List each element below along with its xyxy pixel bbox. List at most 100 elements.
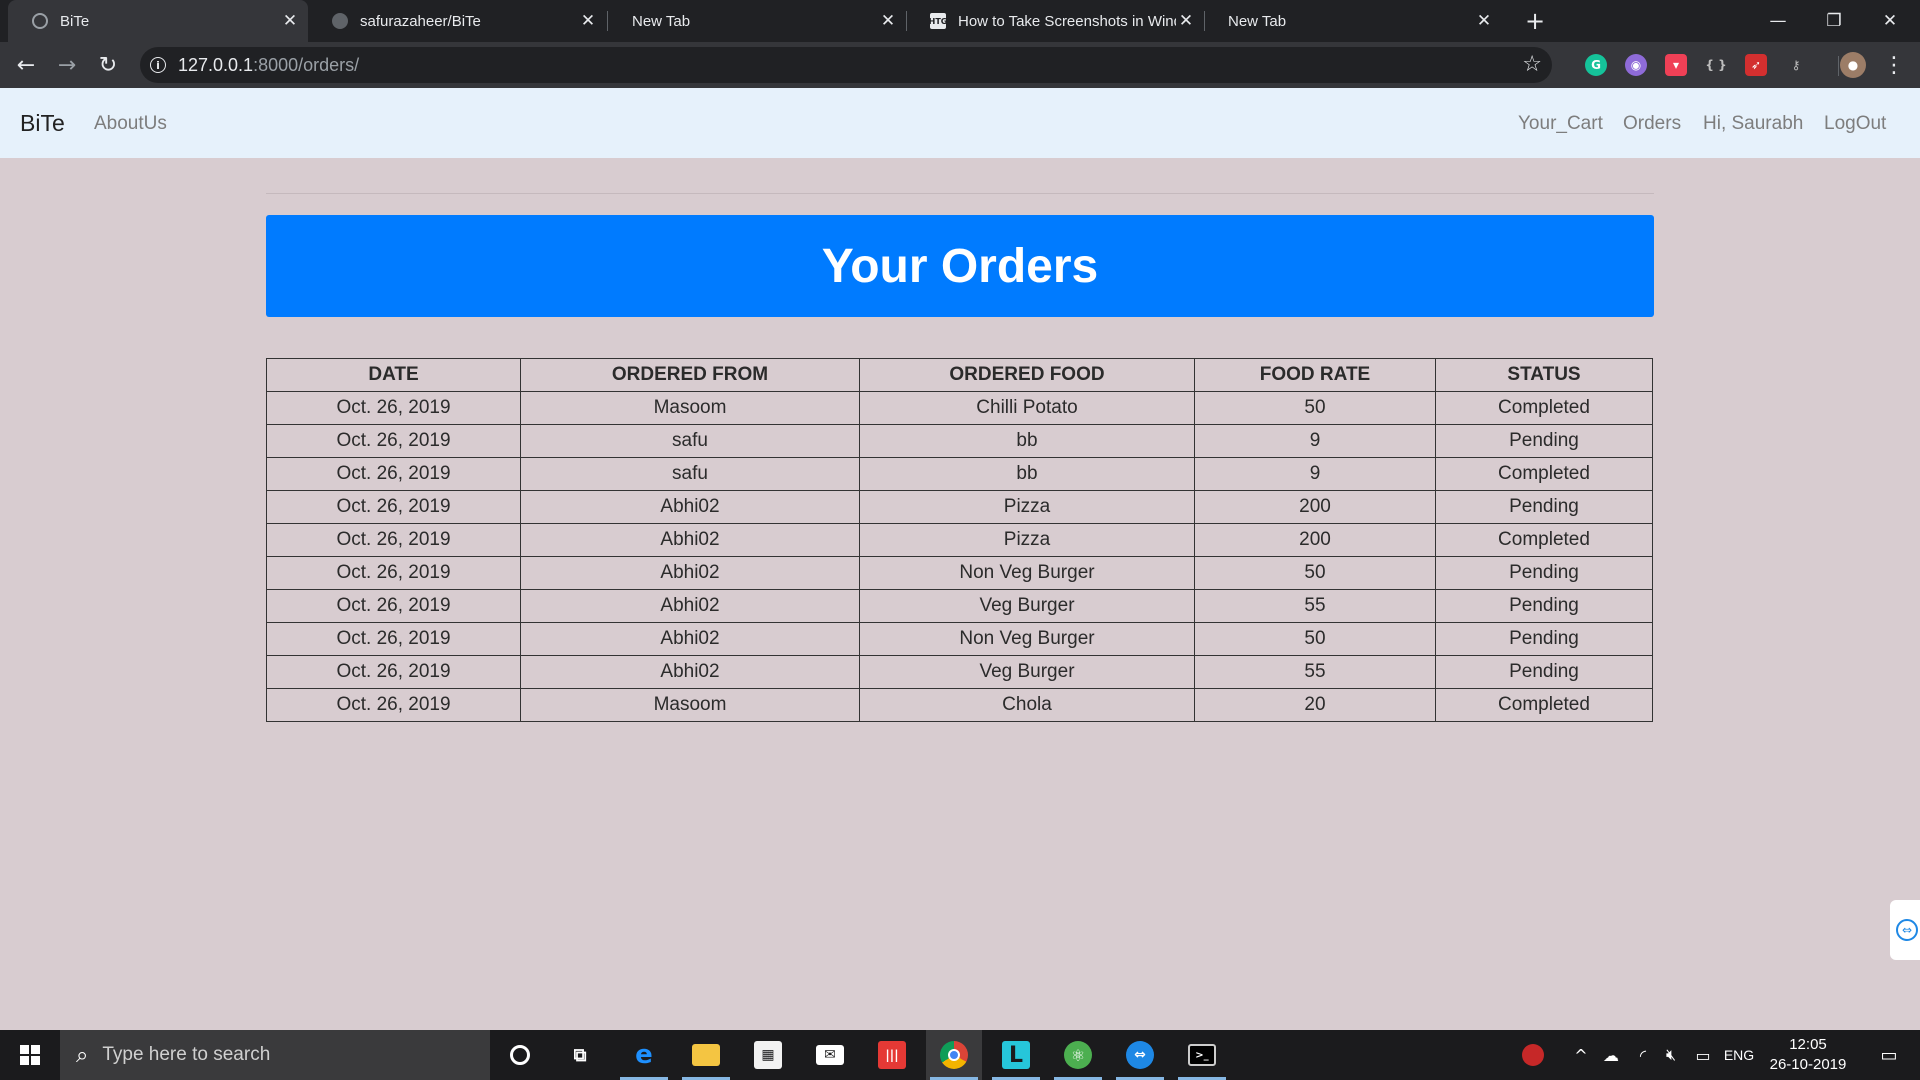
page-viewport: BiTe AboutUs Your_Cart Orders Hi, Saurab… <box>0 88 1920 1030</box>
taskbar-app-red[interactable]: ||| <box>864 1030 920 1080</box>
tray-app-icon[interactable] <box>1516 1030 1550 1080</box>
close-tab-icon[interactable]: ✕ <box>280 11 300 31</box>
table-row: Oct. 26, 2019 Abhi02 Veg Burger 55 Pendi… <box>266 589 1653 623</box>
rocket-icon[interactable]: ➶ <box>1745 54 1767 76</box>
taskbar-app-edge[interactable]: e <box>616 1030 672 1080</box>
browser-tab-new-2[interactable]: New Tab ✕ <box>1204 0 1502 42</box>
browser-tab-new-1[interactable]: New Tab ✕ <box>608 0 906 42</box>
order-restaurant: Abhi02 <box>520 490 860 524</box>
atom-icon: ⚛ <box>1064 1041 1092 1069</box>
site-info-icon[interactable]: i <box>150 57 166 73</box>
taskbar-search-box[interactable]: ⌕ Type here to search <box>60 1030 490 1080</box>
order-date: Oct. 26, 2019 <box>266 424 521 458</box>
browser-tab-strip: BiTe ✕ safurazaheer/BiTe ✕ New Tab ✕ HTG… <box>0 0 1920 42</box>
mail-icon: ✉ <box>816 1045 844 1065</box>
close-tab-icon[interactable]: ✕ <box>1176 11 1196 31</box>
order-date: Oct. 26, 2019 <box>266 688 521 722</box>
taskbar-app-atom[interactable]: ⚛ <box>1050 1030 1106 1080</box>
taskbar-app-file-explorer[interactable] <box>678 1030 734 1080</box>
column-header-ordered-from: ORDERED FROM <box>520 358 860 392</box>
terminal-icon: >_ <box>1188 1044 1216 1066</box>
divider <box>266 193 1654 194</box>
wifi-icon[interactable]: ◜ <box>1628 1030 1658 1080</box>
browser-tab-htg[interactable]: HTG How to Take Screenshots in Wind ✕ <box>906 0 1204 42</box>
order-status: Completed <box>1435 457 1653 491</box>
order-status: Pending <box>1435 655 1653 689</box>
cortana-icon <box>510 1045 530 1065</box>
taskbar-app-chrome[interactable] <box>926 1030 982 1080</box>
order-date: Oct. 26, 2019 <box>266 457 521 491</box>
pocket-icon[interactable]: ▾ <box>1665 54 1687 76</box>
table-row: Oct. 26, 2019 Abhi02 Non Veg Burger 50 P… <box>266 556 1653 590</box>
search-icon: ⌕ <box>76 1042 89 1068</box>
back-button[interactable]: ← <box>10 49 42 81</box>
minimize-window-button[interactable]: — <box>1750 0 1806 42</box>
input-language-indicator[interactable]: ENG <box>1720 1030 1758 1080</box>
teamviewer-side-tab[interactable]: ⇔ <box>1890 900 1920 960</box>
cortana-button[interactable] <box>492 1030 548 1080</box>
taskbar-clock[interactable]: 12:05 26-10-2019 <box>1760 1035 1856 1075</box>
profile-avatar[interactable]: ● <box>1840 52 1866 78</box>
bookmark-star-icon[interactable]: ☆ <box>1522 52 1542 77</box>
address-bar[interactable]: i 127.0.0.1:8000/orders/ ☆ <box>140 47 1552 83</box>
address-url[interactable]: 127.0.0.1:8000/orders/ <box>178 55 359 76</box>
forward-button[interactable]: → <box>51 49 83 81</box>
order-status: Pending <box>1435 424 1653 458</box>
orders-table: DATE ORDERED FROM ORDERED FOOD FOOD RATE… <box>266 358 1653 722</box>
nav-link-aboutus[interactable]: AboutUs <box>94 113 167 135</box>
close-tab-icon[interactable]: ✕ <box>878 11 898 31</box>
taskbar-app-store[interactable]: ▦ <box>740 1030 796 1080</box>
extension-icon[interactable]: ◉ <box>1625 54 1647 76</box>
app-l-icon: L <box>1002 1041 1030 1069</box>
nav-link-greeting[interactable]: Hi, Saurabh <box>1703 113 1803 135</box>
taskbar-app-terminal[interactable]: >_ <box>1174 1030 1230 1080</box>
app-red-icon: ||| <box>878 1041 906 1069</box>
start-button[interactable] <box>0 1030 60 1080</box>
table-row: Oct. 26, 2019 Abhi02 Non Veg Burger 50 P… <box>266 622 1653 656</box>
url-path: :8000/orders/ <box>253 55 360 75</box>
order-food: bb <box>859 424 1195 458</box>
brand-logo-link[interactable]: BiTe <box>20 110 65 137</box>
close-window-button[interactable]: ✕ <box>1862 0 1918 42</box>
order-date: Oct. 26, 2019 <box>266 622 521 656</box>
key-icon[interactable]: ⚷ <box>1785 54 1807 76</box>
edge-icon: e <box>635 1040 653 1070</box>
task-view-button[interactable]: ⧉ <box>552 1030 608 1080</box>
menu-icon[interactable]: ⋮ <box>1880 51 1908 79</box>
reload-button[interactable]: ↻ <box>92 49 124 81</box>
nav-link-orders[interactable]: Orders <box>1623 113 1681 135</box>
order-food: Veg Burger <box>859 589 1195 623</box>
taskbar-app-teamviewer[interactable]: ⇔ <box>1112 1030 1168 1080</box>
restore-window-button[interactable]: ❐ <box>1806 0 1862 42</box>
action-center-icon[interactable]: ▭ <box>1864 1030 1914 1080</box>
browser-tab-github[interactable]: safurazaheer/BiTe ✕ <box>308 0 606 42</box>
onedrive-cloud-icon[interactable]: ☁ <box>1596 1030 1626 1080</box>
browser-tab-bite[interactable]: BiTe ✕ <box>8 0 308 42</box>
order-status: Completed <box>1435 688 1653 722</box>
store-icon: ▦ <box>754 1041 782 1069</box>
table-row: Oct. 26, 2019 Masoom Chilli Potato 50 Co… <box>266 391 1653 425</box>
volume-muted-icon[interactable]: 🔇︎ <box>1656 1030 1686 1080</box>
order-rate: 9 <box>1194 457 1436 491</box>
globe-icon <box>32 13 48 29</box>
order-status: Pending <box>1435 556 1653 590</box>
close-tab-icon[interactable]: ✕ <box>578 11 598 31</box>
battery-icon[interactable]: ▭ <box>1688 1030 1718 1080</box>
braces-icon[interactable]: { } <box>1705 54 1727 76</box>
new-tab-button[interactable]: + <box>1520 6 1550 36</box>
taskbar-app-l[interactable]: L <box>988 1030 1044 1080</box>
order-status: Pending <box>1435 490 1653 524</box>
order-status: Pending <box>1435 589 1653 623</box>
close-tab-icon[interactable]: ✕ <box>1474 11 1494 31</box>
order-food: Non Veg Burger <box>859 556 1195 590</box>
nav-link-your-cart[interactable]: Your_Cart <box>1518 113 1603 135</box>
grammarly-icon[interactable]: G <box>1585 54 1607 76</box>
show-hidden-icons-chevron-icon[interactable]: ^ <box>1568 1030 1594 1080</box>
taskbar-app-mail[interactable]: ✉ <box>802 1030 858 1080</box>
order-rate: 200 <box>1194 523 1436 557</box>
chrome-icon <box>940 1041 968 1069</box>
page-title: Your Orders <box>266 215 1654 317</box>
nav-link-logout[interactable]: LogOut <box>1824 113 1886 135</box>
url-host: 127.0.0.1 <box>178 55 254 75</box>
tab-title: safurazaheer/BiTe <box>360 12 481 30</box>
